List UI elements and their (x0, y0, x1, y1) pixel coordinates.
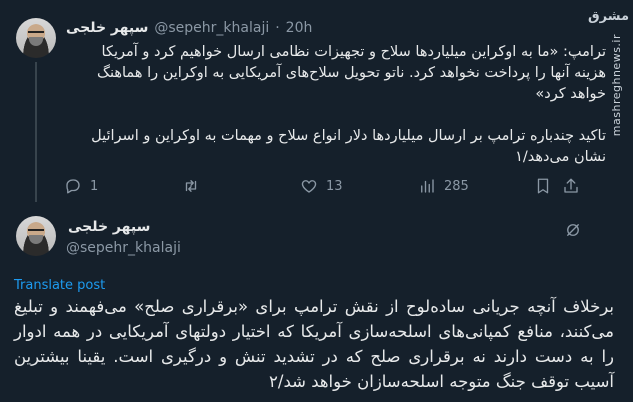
avatar[interactable] (16, 18, 56, 58)
reply-count: 1 (90, 178, 99, 194)
view-count: 285 (444, 178, 469, 194)
retweet-icon (185, 180, 197, 192)
watermark-logo: مشرق (588, 9, 629, 24)
grok-icon[interactable] (564, 221, 582, 239)
bookmark-icon (537, 178, 549, 194)
reply-icon (66, 179, 80, 194)
bookmark-button[interactable] (534, 177, 562, 195)
author-name[interactable]: سپهر خلجی (68, 219, 150, 235)
tweet-action-bar: 1 13 285 (64, 175, 584, 197)
bar-chart-icon (421, 179, 434, 193)
tweet-text: ترامپ: «ما به اوکراین میلیاردها سلاح و ت… (66, 42, 606, 189)
like-count: 13 (326, 178, 343, 194)
reply-button[interactable]: 1 (64, 177, 182, 195)
author-handle[interactable]: @sepehr_khalaji (154, 20, 269, 36)
translate-post-link[interactable]: Translate post (14, 278, 105, 293)
author-handle[interactable]: @sepehr_khalaji (66, 240, 181, 256)
tweet-header: سپهر خلجی @sepehr_khalaji · 20h (66, 18, 312, 38)
like-button[interactable]: 13 (300, 177, 418, 195)
watermark-url: mashreghnews.ir (609, 34, 623, 137)
thread-connector-line (35, 62, 37, 202)
share-icon (564, 178, 578, 193)
tweet-paragraph-1: ترامپ: «ما به اوکراین میلیاردها سلاح و ت… (97, 44, 606, 102)
avatar-beard (29, 37, 43, 46)
watermark: مشرق mashreghnews.ir (588, 4, 629, 144)
tweet-timestamp[interactable]: 20h (286, 20, 313, 36)
avatar-glasses (28, 31, 44, 35)
tweet-text: برخلاف آنچه جریانی ساده‌لوح از نقش ترامپ… (14, 297, 614, 391)
separator-dot: · (275, 20, 280, 36)
views-button[interactable]: 285 (418, 177, 534, 195)
tweet-paragraph-2: تاکید چندباره ترامپ بر ارسال میلیاردها د… (91, 128, 606, 165)
share-button[interactable] (562, 177, 584, 195)
author-name[interactable]: سپهر خلجی (66, 20, 148, 36)
avatar-beard (29, 235, 43, 244)
avatar-glasses (28, 229, 44, 233)
avatar[interactable] (16, 216, 56, 256)
heart-icon (301, 180, 317, 193)
retweet-button[interactable] (182, 177, 300, 195)
